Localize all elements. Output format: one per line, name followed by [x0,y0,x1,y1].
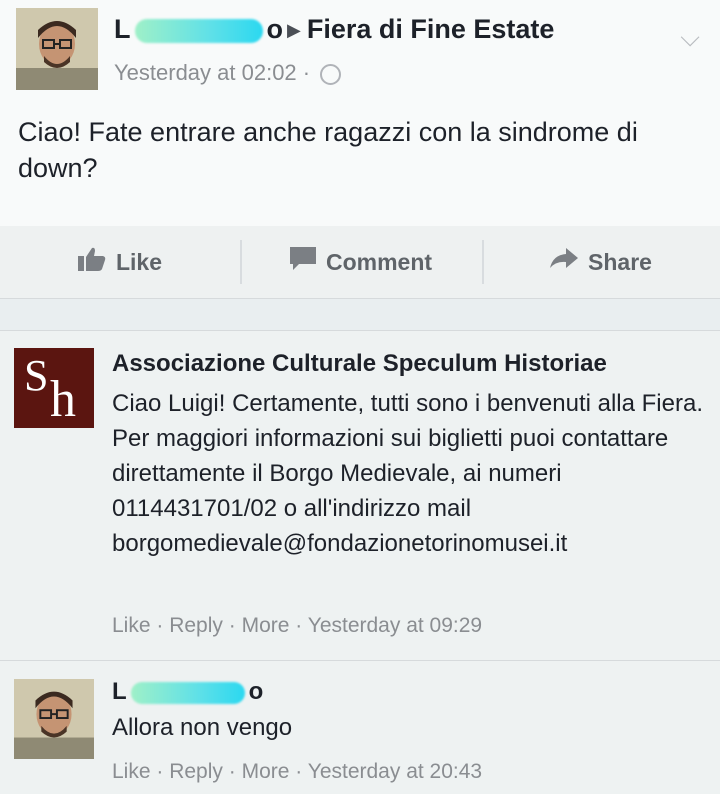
comment-timestamp[interactable]: Yesterday at 09:29 [308,614,482,637]
action-bar: Like Comment Share [0,226,720,299]
post-text: Ciao! Fate entrare anche ragazzi con la … [18,117,638,183]
comment-like-link[interactable]: Like [112,760,151,783]
post-meta: Yesterday at 02:02 · [114,60,342,86]
commenter-avatar[interactable] [14,679,94,759]
comment-text: Ciao Luigi! Certamente, tutti sono i ben… [112,390,703,557]
comment-author[interactable]: Associazione Culturale Speculum Historia… [112,350,607,378]
comment-like-link[interactable]: Like [112,614,151,637]
target-page-name[interactable]: Fiera di Fine Estate [307,14,555,44]
author-avatar[interactable] [16,8,98,90]
redaction-blur [134,18,263,43]
like-label: Like [115,248,163,275]
comment-meta: Like · Reply · More · Yesterday at 09:29 [112,614,483,637]
comment-meta: Like · Reply · More · Yesterday at 20:43 [112,760,483,783]
comment-more-link[interactable]: More [242,760,290,783]
like-button[interactable]: Like [0,226,240,298]
share-button[interactable]: Share [482,226,720,298]
comment-divider [0,660,720,661]
comment-reply-link[interactable]: Reply [169,614,223,637]
comment-text: Allora non vengo [112,714,293,741]
post: Lo ▶ Fiera di Fine Estate Yesterday at 02:… [0,0,720,226]
comment-timestamp[interactable]: Yesterday at 20:43 [308,760,482,783]
arrow-right-icon: ▶ [287,20,301,41]
comment-author[interactable]: Lo [112,678,263,706]
globe-icon [320,63,342,85]
redaction-blur [130,681,245,704]
comment-button[interactable]: Comment [240,226,482,298]
author-name[interactable]: Lo [114,14,283,44]
post-header: Lo ▶ Fiera di Fine Estate [114,14,554,45]
comment-more-link[interactable]: More [242,614,290,637]
thumbs-up-icon [77,247,106,278]
share-icon [550,247,579,277]
page-logo[interactable]: S h [14,348,94,428]
comment-label: Comment [325,248,433,275]
chevron-down-icon[interactable]: ⌵ [680,22,700,54]
meta-separator: · [302,60,311,85]
share-label: Share [588,248,652,275]
post-timestamp[interactable]: Yesterday at 02:02 [114,60,297,85]
comment-icon [289,246,316,278]
comment-reply-link[interactable]: Reply [169,760,223,783]
